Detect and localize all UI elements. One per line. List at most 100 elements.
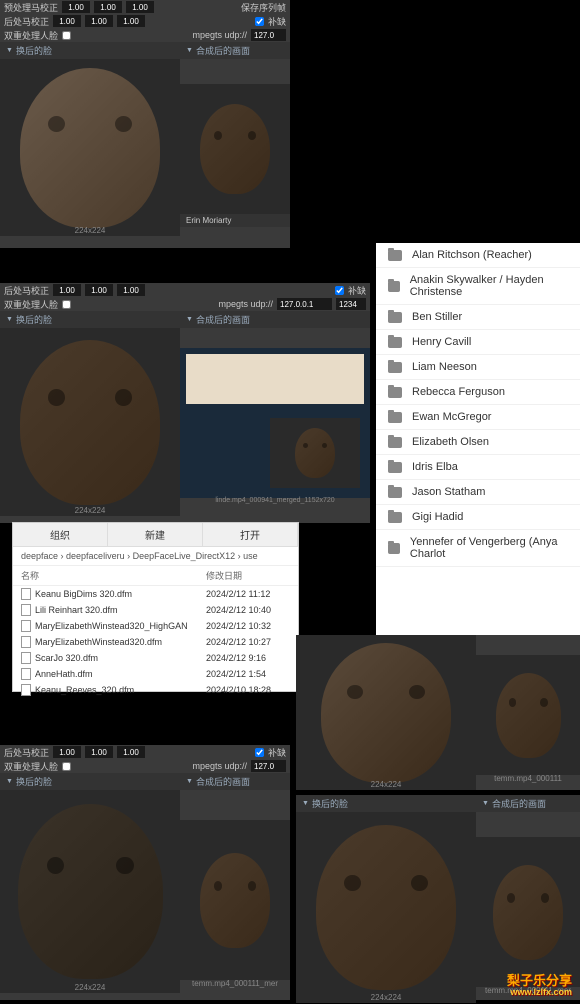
face-preview-small	[476, 837, 580, 987]
actor-item[interactable]: Ewan McGregor	[376, 405, 580, 430]
watermark: 梨子乐分享 www.lzlfx.com	[507, 974, 572, 998]
ip-input[interactable]	[251, 29, 286, 41]
folder-icon	[388, 512, 402, 523]
dimension-label: 224x224	[296, 993, 476, 1002]
actor-name: Yennefer of Vengerberg (Anya Charlot	[410, 536, 568, 560]
file-row[interactable]: Keanu BigDims 320.dfm2024/2/12 11:12	[13, 586, 298, 602]
chevron-down-icon: ▼	[302, 800, 309, 807]
actor-name: Ben Stiller	[412, 311, 462, 323]
port-input[interactable]	[336, 298, 366, 310]
file-row[interactable]: AnneHath.dfm2024/2/12 1:54	[13, 666, 298, 682]
dimension-label: 224x224	[0, 226, 180, 235]
ip-input[interactable]	[277, 298, 332, 310]
actor-name: Alan Ritchson (Reacher)	[412, 249, 532, 261]
dimension-label: 224x224	[0, 506, 180, 515]
chevron-down-icon: ▼	[186, 316, 193, 323]
breadcrumb[interactable]: deepface › deepfaceliveru › DeepFaceLive…	[13, 547, 298, 566]
file-date: 2024/2/12 10:40	[206, 605, 271, 615]
actor-overlay-label: Erin Moriarty	[180, 214, 290, 227]
file-browser: 组织新建打开 deepface › deepfaceliveru › DeepF…	[12, 522, 299, 692]
double-proc-label: 双重处理人脸	[4, 298, 58, 311]
face-preview-large: 224x224	[0, 59, 180, 236]
gamma-input[interactable]	[117, 15, 145, 27]
file-icon	[21, 604, 31, 616]
file-row[interactable]: Keanu_Reeves_320.dfm2024/2/10 18:28	[13, 682, 298, 698]
file-browser-tab[interactable]: 打开	[203, 523, 298, 546]
file-date: 2024/2/12 10:27	[206, 637, 271, 647]
chevron-down-icon: ▼	[482, 800, 489, 807]
double-proc-checkbox[interactable]	[62, 762, 71, 771]
folder-icon	[388, 281, 400, 292]
file-date: 2024/2/12 10:32	[206, 621, 271, 631]
ip-input[interactable]	[251, 760, 286, 772]
gamma-input[interactable]	[62, 1, 90, 13]
gamma-input[interactable]	[126, 1, 154, 13]
actor-item[interactable]: Rebecca Ferguson	[376, 380, 580, 405]
chevron-down-icon: ▼	[186, 778, 193, 785]
actor-item[interactable]: Anakin Skywalker / Hayden Christense	[376, 268, 580, 305]
column-name[interactable]: 名称	[21, 569, 206, 582]
gamma-input[interactable]	[94, 1, 122, 13]
folder-icon	[388, 543, 400, 554]
file-row[interactable]: MaryElizabethWinstead320.dfm2024/2/12 10…	[13, 634, 298, 650]
file-icon	[21, 652, 31, 664]
caption-label: linde.mp4_000941_merged_1152x720	[180, 497, 370, 504]
actor-name: Ewan McGregor	[412, 411, 491, 423]
caption-label: temm.mp4_000111_mer	[180, 979, 290, 988]
gamma-input[interactable]	[53, 15, 81, 27]
file-row[interactable]: MaryElizabethWinstead320_HighGAN2024/2/1…	[13, 618, 298, 634]
file-row[interactable]: Lili Reinhart 320.dfm2024/2/12 10:40	[13, 602, 298, 618]
file-row[interactable]: ScarJo 320.dfm2024/2/12 9:16	[13, 650, 298, 666]
actor-item[interactable]: Liam Neeson	[376, 355, 580, 380]
gamma-post-label: 后处马校正	[4, 284, 49, 297]
double-proc-checkbox[interactable]	[62, 31, 71, 40]
dimension-label: 224x224	[296, 780, 476, 789]
file-browser-tab[interactable]: 组织	[13, 523, 108, 546]
actor-item[interactable]: Yennefer of Vengerberg (Anya Charlot	[376, 530, 580, 567]
file-icon	[21, 636, 31, 648]
folder-icon	[388, 250, 402, 261]
file-browser-tab[interactable]: 新建	[108, 523, 203, 546]
mpegts-label: mpegts udp://	[218, 299, 273, 309]
actor-item[interactable]: Gigi Hadid	[376, 505, 580, 530]
actor-item[interactable]: Ben Stiller	[376, 305, 580, 330]
gamma-input[interactable]	[85, 15, 113, 27]
supplement-label: 补缺	[268, 15, 286, 28]
face-preview-large: 224x224	[296, 812, 476, 1003]
folder-icon	[388, 437, 402, 448]
actor-name: Idris Elba	[412, 461, 458, 473]
supplement-checkbox[interactable]	[335, 286, 344, 295]
gamma-input[interactable]	[117, 746, 145, 758]
double-proc-checkbox[interactable]	[62, 300, 71, 309]
actor-item[interactable]: Henry Cavill	[376, 330, 580, 355]
composite-header: ▼合成后的画面	[476, 795, 580, 812]
folder-icon	[388, 337, 402, 348]
save-seq-label: 保存序列帧	[241, 1, 286, 14]
column-date[interactable]: 修改日期	[206, 569, 242, 582]
file-date: 2024/2/12 11:12	[206, 589, 270, 599]
actor-item[interactable]: Idris Elba	[376, 455, 580, 480]
mpegts-label: mpegts udp://	[192, 30, 247, 40]
supplement-checkbox[interactable]	[255, 17, 264, 26]
chevron-down-icon: ▼	[6, 316, 13, 323]
actor-item[interactable]: Jason Statham	[376, 480, 580, 505]
gamma-post-label: 后处马校正	[4, 15, 49, 28]
gamma-input[interactable]	[117, 284, 145, 296]
mpegts-label: mpegts udp://	[192, 761, 247, 771]
dimension-label: 224x224	[0, 983, 180, 992]
actor-name: Rebecca Ferguson	[412, 386, 505, 398]
supplement-checkbox[interactable]	[255, 748, 264, 757]
face-preview-large: 224x224	[296, 635, 476, 790]
gamma-input[interactable]	[53, 284, 81, 296]
actor-item[interactable]: Elizabeth Olsen	[376, 430, 580, 455]
file-name: Keanu_Reeves_320.dfm	[35, 685, 206, 695]
actor-item[interactable]: Alan Ritchson (Reacher)	[376, 243, 580, 268]
file-name: Keanu BigDims 320.dfm	[35, 589, 206, 599]
face-preview-small	[180, 84, 290, 214]
gamma-input[interactable]	[85, 746, 113, 758]
folder-icon	[388, 462, 402, 473]
desktop-preview	[180, 348, 370, 498]
gamma-input[interactable]	[53, 746, 81, 758]
gamma-input[interactable]	[85, 284, 113, 296]
watermark-title: 梨子乐分享	[507, 973, 572, 988]
